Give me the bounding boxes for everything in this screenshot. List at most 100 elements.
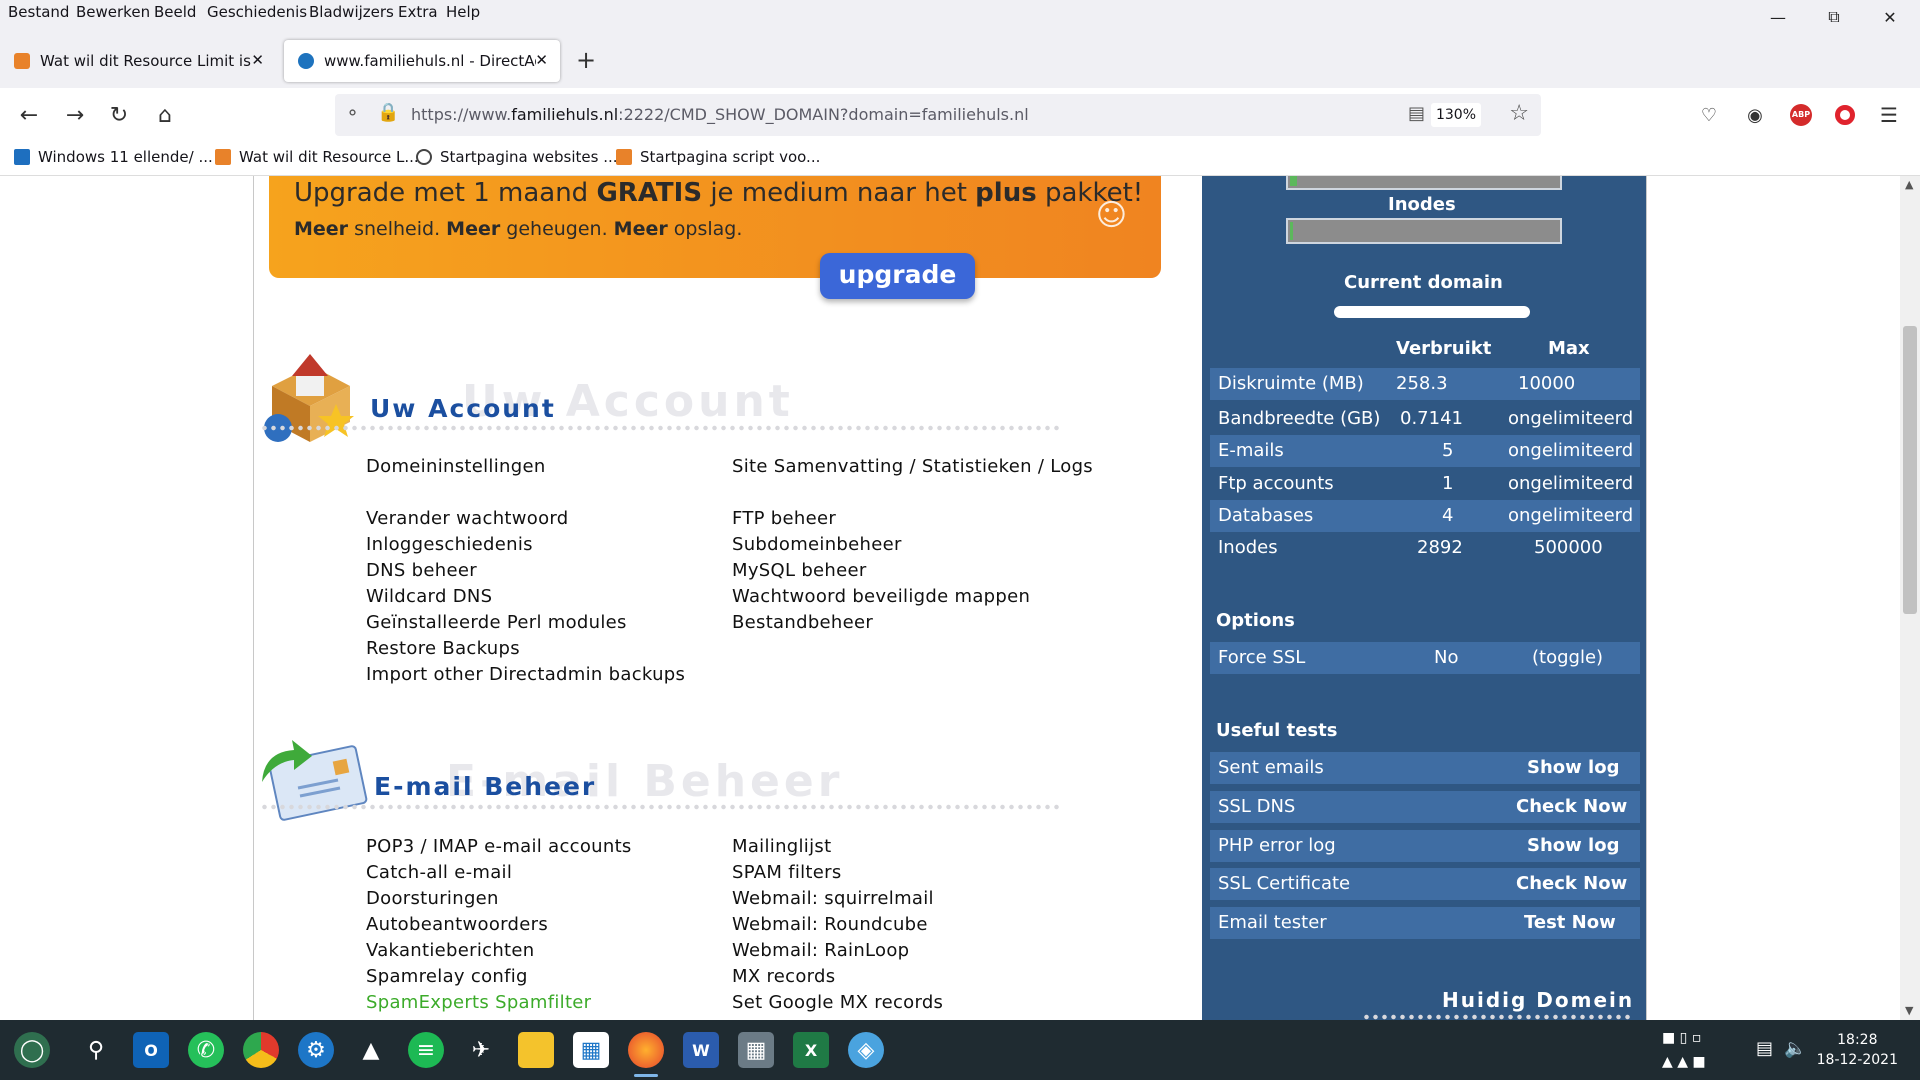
network-icon[interactable]: ▤ <box>1756 1038 1773 1059</box>
bookmark-item[interactable]: Startpagina script voo... <box>616 148 820 166</box>
upgrade-banner[interactable]: Upgrade met 1 maand GRATIS je medium naa… <box>269 176 1161 278</box>
link-pop3-imap-accounts[interactable]: POP3 / IMAP e-mail accounts <box>366 836 632 857</box>
word-icon[interactable]: W <box>683 1032 719 1068</box>
explorer-icon[interactable] <box>518 1032 554 1068</box>
link-wildcard-dns[interactable]: Wildcard DNS <box>366 586 492 607</box>
menu-extra[interactable]: Extra <box>398 3 438 21</box>
plane-icon[interactable]: ✈ <box>463 1032 499 1068</box>
link-vakantieberichten[interactable]: Vakantieberichten <box>366 940 534 961</box>
link-restore-backups[interactable]: Restore Backups <box>366 638 520 659</box>
scroll-up-icon[interactable]: ▲ <box>1905 178 1913 191</box>
link-doorsturingen[interactable]: Doorsturingen <box>366 888 499 909</box>
lock-icon[interactable]: 🔒 <box>377 102 399 123</box>
paint-icon[interactable]: ◈ <box>848 1032 884 1068</box>
link-spamrelay-config[interactable]: Spamrelay config <box>366 966 528 987</box>
link-beveiligde-mappen[interactable]: Wachtwoord beveiligde mappen <box>732 586 1030 607</box>
link-inloggeschiedenis[interactable]: Inloggeschiedenis <box>366 534 533 555</box>
link-spamexperts[interactable]: SpamExperts Spamfilter <box>366 992 591 1013</box>
menu-help[interactable]: Help <box>446 3 480 21</box>
whatsapp-icon[interactable]: ✆ <box>188 1032 224 1068</box>
forward-icon[interactable]: → <box>60 100 90 130</box>
menu-beeld[interactable]: Beeld <box>154 3 196 21</box>
link-dns-beheer[interactable]: DNS beheer <box>366 560 477 581</box>
opera-icon[interactable] <box>1830 100 1860 130</box>
check-now-link[interactable]: Check Now <box>1516 873 1627 894</box>
excel-icon[interactable]: X <box>793 1032 829 1068</box>
restore-icon[interactable]: ⧉ <box>1806 0 1862 34</box>
firefox-icon[interactable] <box>628 1032 664 1068</box>
reader-view-icon[interactable]: ▤ <box>1408 103 1425 124</box>
link-ftp-beheer[interactable]: FTP beheer <box>732 508 836 529</box>
scrollbar-thumb[interactable] <box>1903 326 1917 614</box>
link-import-backups[interactable]: Import other Directadmin backups <box>366 664 685 685</box>
test-row: SSL DNS Check Now <box>1210 791 1640 823</box>
link-autobeantwoorders[interactable]: Autobeantwoorders <box>366 914 548 935</box>
link-site-samenvatting[interactable]: Site Samenvatting / Statistieken / Logs <box>732 456 1093 477</box>
minimize-icon[interactable]: — <box>1750 0 1806 34</box>
link-squirrelmail[interactable]: Webmail: squirrelmail <box>732 888 934 909</box>
stat-row: Ftp accounts 1 ongelimiteerd <box>1218 473 1634 494</box>
back-icon[interactable]: ← <box>14 100 44 130</box>
huidig-domein-title: Huidig Domein <box>1442 988 1635 1012</box>
address-bar[interactable]: ⚬ 🔒 https://www.familiehuls.nl:2222/CMD_… <box>335 94 1541 136</box>
bookmark-item[interactable]: Wat wil dit Resource L... <box>215 148 419 166</box>
scroll-down-icon[interactable]: ▼ <box>1905 1004 1913 1017</box>
home-icon[interactable]: ⌂ <box>150 100 180 130</box>
toggle-ssl-link[interactable]: (toggle) <box>1532 647 1603 668</box>
close-window-icon[interactable]: ✕ <box>1862 0 1918 34</box>
show-log-link[interactable]: Show log <box>1527 835 1619 856</box>
reload-icon[interactable]: ↻ <box>104 100 134 130</box>
link-perl-modules[interactable]: Geïnstalleerde Perl modules <box>366 612 627 633</box>
link-mysql-beheer[interactable]: MySQL beheer <box>732 560 867 581</box>
menu-bewerken[interactable]: Bewerken <box>76 3 150 21</box>
menu-geschiedenis[interactable]: Geschiedenis <box>207 3 307 21</box>
extension-icon[interactable]: ◉ <box>1740 100 1770 130</box>
close-tab-icon[interactable]: ✕ <box>251 51 264 69</box>
link-spam-filters[interactable]: SPAM filters <box>732 862 842 883</box>
chrome-icon[interactable] <box>243 1032 279 1068</box>
pocket-icon[interactable]: ♡ <box>1694 100 1724 130</box>
support-icon[interactable]: ⚙ <box>298 1032 334 1068</box>
bookmark-item[interactable]: Windows 11 ellende/ ... <box>14 148 213 166</box>
link-subdomeinbeheer[interactable]: Subdomeinbeheer <box>732 534 902 555</box>
tab-familiehuls[interactable]: www.familiehuls.nl - DirectAdm ✕ <box>284 40 560 82</box>
tray-icons[interactable]: ■ ▯ ▫ ▲ ▲ ■ <box>1662 1026 1748 1074</box>
shield-icon[interactable]: ⚬ <box>345 103 360 124</box>
search-icon[interactable]: ⚲ <box>78 1032 114 1068</box>
bookmark-star-icon[interactable]: ☆ <box>1509 101 1529 126</box>
test-row: Sent emails Show log <box>1210 752 1640 784</box>
zoom-level[interactable]: 130% <box>1431 103 1481 127</box>
volume-icon[interactable]: 🔈 <box>1784 1038 1806 1059</box>
link-mx-records[interactable]: MX records <box>732 966 835 987</box>
link-roundcube[interactable]: Webmail: Roundcube <box>732 914 928 935</box>
menu-bladwijzers[interactable]: Bladwijzers <box>309 3 394 21</box>
link-domeininstellingen[interactable]: Domeininstellingen <box>366 456 546 477</box>
link-rainloop[interactable]: Webmail: RainLoop <box>732 940 909 961</box>
link-catch-all[interactable]: Catch-all e-mail <box>366 862 512 883</box>
globe-icon[interactable]: ◯ <box>14 1032 50 1068</box>
link-mailinglijst[interactable]: Mailinglijst <box>732 836 831 857</box>
url-text[interactable]: https://www.familiehuls.nl:2222/CMD_SHOW… <box>411 105 1029 124</box>
calculator-icon[interactable]: ▦ <box>738 1032 774 1068</box>
link-google-mx[interactable]: Set Google MX records <box>732 992 943 1013</box>
check-now-link[interactable]: Check Now <box>1516 796 1627 817</box>
upgrade-button[interactable]: upgrade <box>820 253 975 299</box>
link-verander-wachtwoord[interactable]: Verander wachtwoord <box>366 508 569 529</box>
menu-bestand[interactable]: Bestand <box>8 3 69 21</box>
tab-resource-limit[interactable]: Wat wil dit Resource Limit is Re ✕ <box>0 40 276 82</box>
current-domain-label: Current domain <box>1344 272 1503 293</box>
outlook-icon[interactable]: O <box>133 1032 169 1068</box>
bookmark-item[interactable]: Startpagina websites ... <box>416 148 618 166</box>
inodes-label: Inodes <box>1388 194 1456 215</box>
show-log-link[interactable]: Show log <box>1527 757 1619 778</box>
new-tab-icon[interactable]: + <box>576 46 596 74</box>
store-icon[interactable]: ▦ <box>573 1032 609 1068</box>
link-bestandbeheer[interactable]: Bestandbeheer <box>732 612 873 633</box>
close-tab-icon[interactable]: ✕ <box>535 51 548 69</box>
fox-icon[interactable]: ▲ <box>353 1032 389 1068</box>
adblock-icon[interactable]: ABP <box>1786 100 1816 130</box>
taskbar-clock[interactable]: 18:28 18-12-2021 <box>1817 1030 1898 1070</box>
spotify-icon[interactable]: ≡ <box>408 1032 444 1068</box>
test-now-link[interactable]: Test Now <box>1524 912 1616 933</box>
menu-icon[interactable]: ☰ <box>1874 100 1904 130</box>
